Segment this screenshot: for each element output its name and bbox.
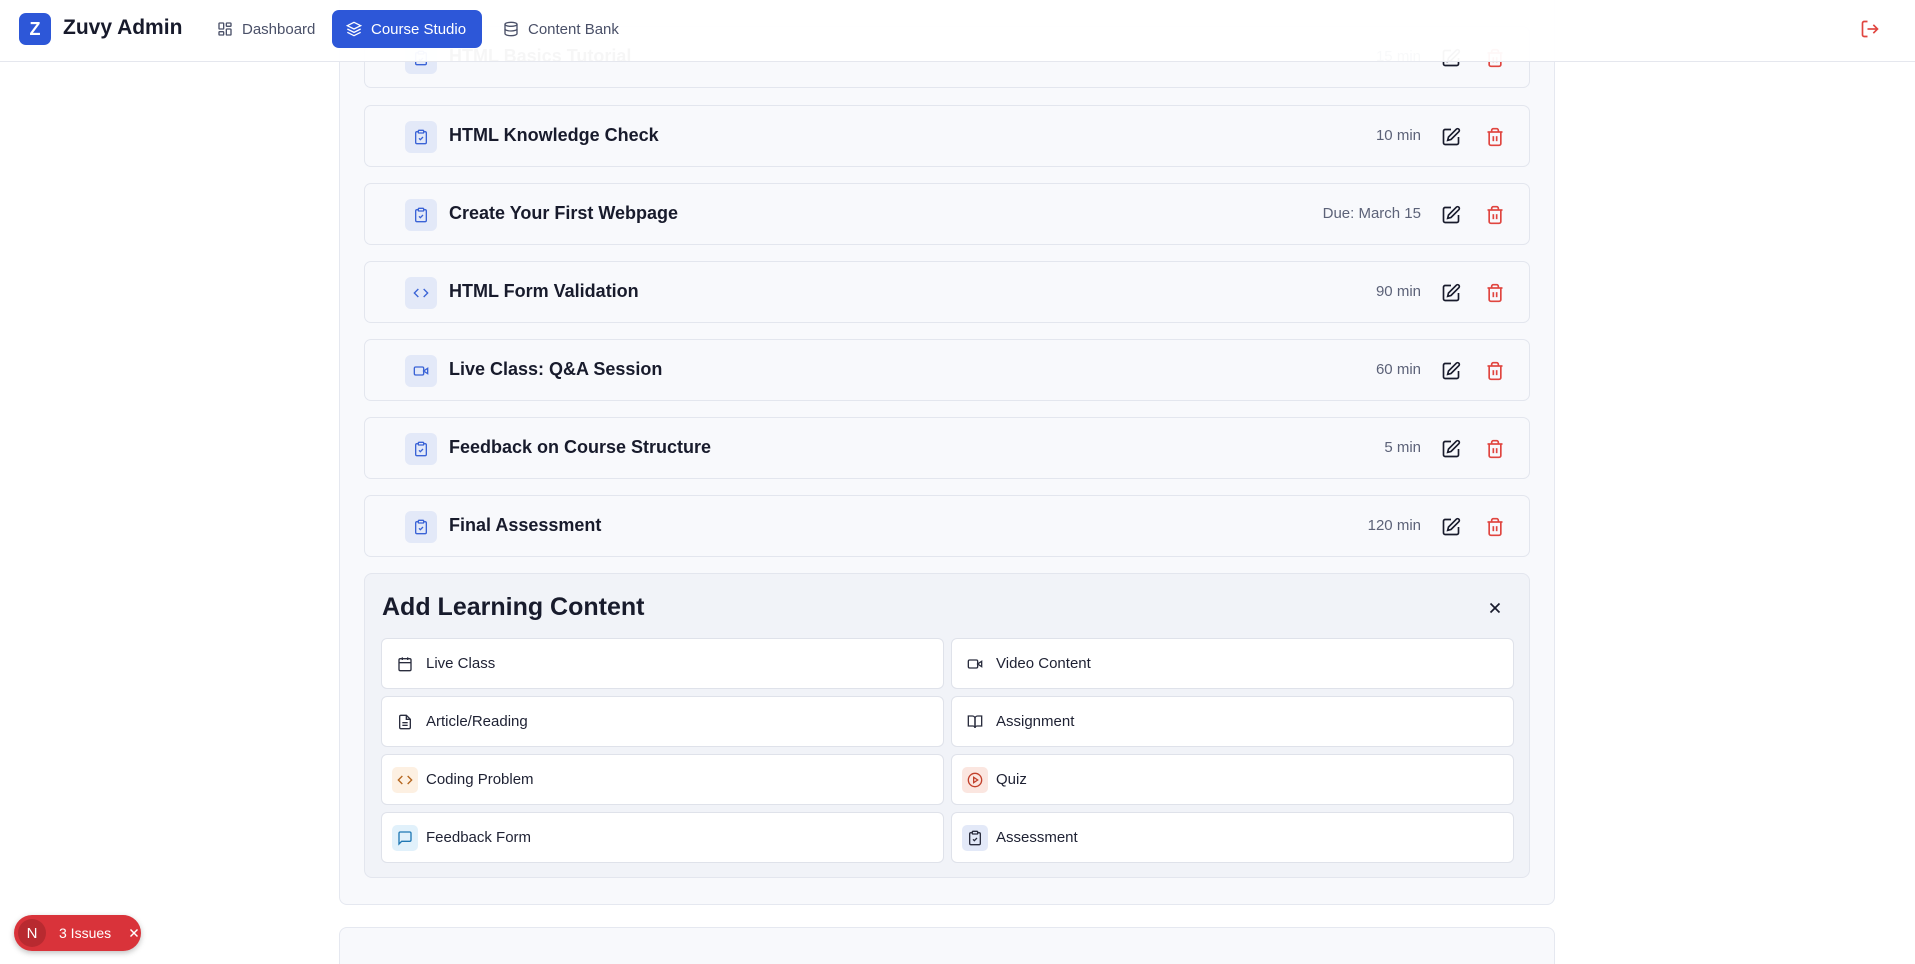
add-assessment-button[interactable]: Assessment — [951, 812, 1514, 863]
item-type-icon — [405, 121, 437, 153]
item-duration: 120 min — [1367, 517, 1421, 534]
nav-content-bank-label: Content Bank — [528, 20, 619, 38]
nav-course-studio-label: Course Studio — [371, 20, 467, 38]
edit-icon[interactable] — [1441, 127, 1461, 147]
option-label: Video Content — [996, 655, 1091, 672]
close-icon[interactable] — [1486, 599, 1504, 617]
next-module-panel — [339, 927, 1555, 964]
trash-icon[interactable] — [1485, 283, 1505, 303]
nav-dashboard[interactable]: Dashboard — [203, 10, 329, 48]
dashboard-grid-icon — [218, 22, 232, 36]
content-item[interactable]: HTML Knowledge Check 10 min — [364, 105, 1530, 167]
content-item[interactable]: Create Your First Webpage Due: March 15 — [364, 183, 1530, 245]
option-icon — [392, 825, 418, 851]
add-coding-problem-button[interactable]: Coding Problem — [381, 754, 944, 805]
option-icon — [392, 709, 418, 735]
trash-icon[interactable] — [1485, 361, 1505, 381]
video-icon — [413, 366, 429, 376]
item-title: HTML Form Validation — [449, 281, 639, 301]
option-icon — [962, 709, 988, 735]
item-duration: 90 min — [1375, 283, 1421, 300]
option-icon — [962, 651, 988, 677]
book-open-icon — [967, 715, 983, 729]
add-quiz-button[interactable]: Quiz — [951, 754, 1514, 805]
item-title: Live Class: Q&A Session — [449, 359, 663, 379]
clipboard-check-icon — [969, 830, 981, 846]
item-title: HTML Knowledge Check — [449, 125, 659, 145]
issues-badge[interactable]: N 3 Issues — [14, 915, 141, 951]
edit-icon[interactable] — [1441, 283, 1461, 303]
option-label: Assignment — [996, 713, 1075, 730]
play-circle-icon — [967, 772, 983, 788]
trash-icon[interactable] — [1485, 127, 1505, 147]
code-icon — [397, 775, 413, 785]
add-content-title: Add Learning Content — [382, 593, 645, 621]
item-duration: 60 min — [1375, 361, 1421, 378]
item-title: Create Your First Webpage — [449, 203, 679, 223]
option-label: Feedback Form — [426, 829, 532, 846]
issues-count-label: 3 Issues — [59, 925, 112, 941]
add-live-class-button[interactable]: Live Class — [381, 638, 944, 689]
database-icon — [504, 21, 518, 37]
item-type-icon — [405, 511, 437, 543]
nav-content-bank[interactable]: Content Bank — [489, 10, 633, 48]
item-duration: 10 min — [1375, 127, 1421, 144]
edit-icon[interactable] — [1441, 361, 1461, 381]
logout-icon[interactable] — [1860, 19, 1880, 39]
add-assignment-button[interactable]: Assignment — [951, 696, 1514, 747]
item-duration: 5 min — [1384, 439, 1421, 456]
content-item[interactable]: Feedback on Course Structure 5 min — [364, 417, 1530, 479]
option-label: Assessment — [996, 829, 1078, 846]
content-item[interactable]: HTML Form Validation 90 min — [364, 261, 1530, 323]
item-type-icon — [405, 433, 437, 465]
content-item[interactable]: Final Assessment 120 min — [364, 495, 1530, 557]
calendar-icon — [398, 657, 412, 672]
issues-avatar: N — [18, 919, 46, 947]
item-title: Final Assessment — [449, 515, 602, 535]
clipboard-check-icon — [415, 207, 427, 223]
clipboard-check-icon — [415, 441, 427, 457]
option-label: Article/Reading — [426, 713, 528, 730]
add-article-button[interactable]: Article/Reading — [381, 696, 944, 747]
file-text-icon — [399, 714, 411, 730]
clipboard-check-icon — [415, 129, 427, 145]
item-title: Feedback on Course Structure — [449, 437, 712, 457]
top-bar: Z Zuvy Admin Dashboard Course Studio Con… — [0, 0, 1915, 62]
nav-dashboard-label: Dashboard — [242, 20, 316, 38]
option-icon — [962, 767, 988, 793]
option-icon — [392, 651, 418, 677]
message-square-icon — [398, 831, 412, 846]
nav-course-studio[interactable]: Course Studio — [332, 10, 482, 48]
clipboard-check-icon — [415, 519, 427, 535]
option-icon — [962, 825, 988, 851]
edit-icon[interactable] — [1441, 205, 1461, 225]
item-type-icon — [405, 277, 437, 309]
item-type-icon — [405, 355, 437, 387]
content-item[interactable]: Live Class: Q&A Session 60 min — [364, 339, 1530, 401]
option-label: Live Class — [426, 655, 496, 672]
edit-icon[interactable] — [1441, 439, 1461, 459]
option-label: Quiz — [996, 771, 1027, 788]
option-icon — [392, 767, 418, 793]
option-label: Coding Problem — [426, 771, 534, 788]
trash-icon[interactable] — [1485, 205, 1505, 225]
edit-icon[interactable] — [1441, 517, 1461, 537]
layers-icon — [346, 21, 362, 37]
close-icon[interactable] — [127, 926, 141, 940]
item-type-icon — [405, 199, 437, 231]
trash-icon[interactable] — [1485, 517, 1505, 537]
code-icon — [413, 288, 429, 298]
add-feedback-form-button[interactable]: Feedback Form — [381, 812, 944, 863]
app-logo[interactable]: Z — [19, 13, 51, 45]
item-due-date: Due: March 15 — [1322, 205, 1421, 222]
video-icon — [967, 659, 983, 669]
add-video-content-button[interactable]: Video Content — [951, 638, 1514, 689]
trash-icon[interactable] — [1485, 439, 1505, 459]
app-title: Zuvy Admin — [63, 16, 183, 39]
add-learning-content-panel: Add Learning Content Live Class Video Co… — [364, 573, 1530, 878]
